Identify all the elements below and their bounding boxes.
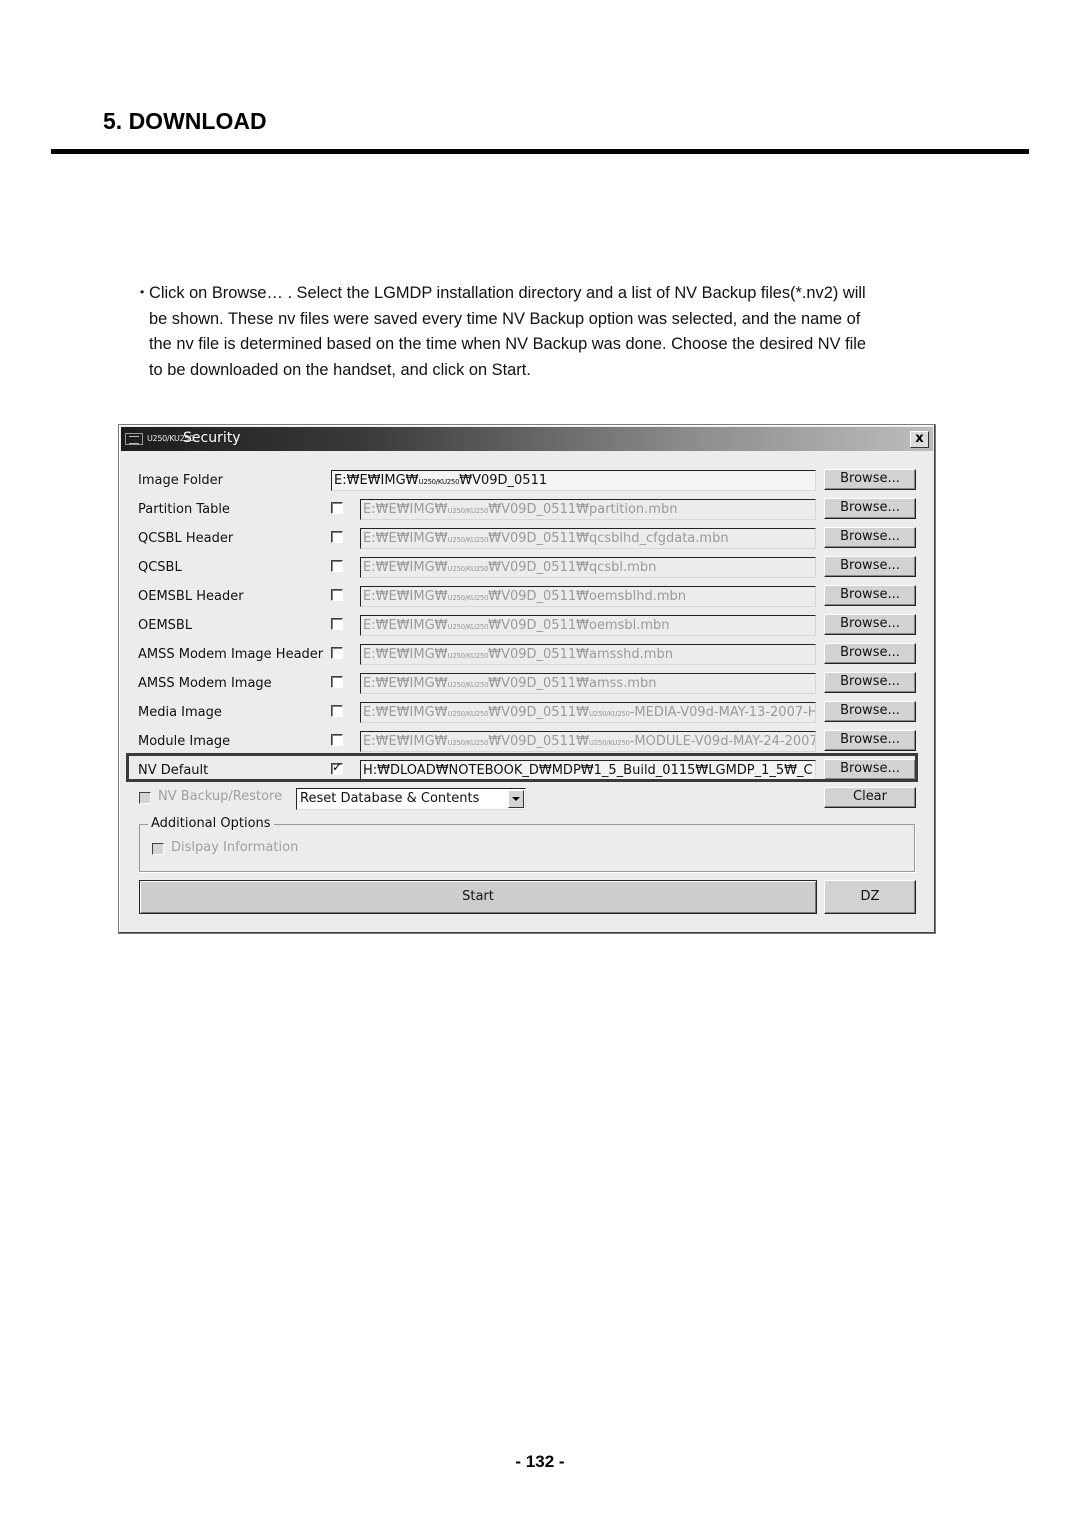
file-row: OEMSBL Header E:₩E₩IMG₩U250/KU250₩V09D_05… — [119, 584, 935, 613]
browse-button[interactable]: Browse... — [824, 730, 916, 751]
file-path-input[interactable]: E:₩E₩IMG₩U250/KU250₩V09D_0511₩oemsbl.mbn — [360, 615, 816, 636]
browse-button[interactable]: Browse... — [824, 643, 916, 664]
file-row: Partition Table E:₩E₩IMG₩U250/KU250₩V09D_… — [119, 497, 935, 526]
dz-button[interactable]: DZ — [824, 880, 916, 914]
clear-button[interactable]: Clear — [824, 787, 916, 808]
file-row: QCSBL Header E:₩E₩IMG₩U250/KU250₩V09D_051… — [119, 526, 935, 555]
file-row-checkbox[interactable] — [331, 647, 343, 659]
file-row-label: QCSBL — [138, 560, 182, 575]
file-row: AMSS Modem Image Header E:₩E₩IMG₩U250/KU2… — [119, 642, 935, 671]
file-row: OEMSBL E:₩E₩IMG₩U250/KU250₩V09D_0511₩oems… — [119, 613, 935, 642]
file-row-label: AMSS Modem Image — [138, 676, 272, 691]
nv-default-checkbox[interactable] — [331, 760, 343, 775]
file-path-input[interactable]: E:₩E₩IMG₩U250/KU250₩V09D_0511₩U250/KU250… — [360, 702, 816, 723]
file-row-label: OEMSBL — [138, 618, 193, 633]
nv-backup-label: NV Backup/Restore — [158, 789, 283, 804]
title-rule — [51, 149, 1029, 154]
browse-button[interactable]: Browse... — [824, 672, 916, 693]
nv-default-path-input[interactable]: H:₩DLOAD₩NOTEBOOK_D₩MDP₩1_5_Build_0115₩L… — [360, 760, 816, 781]
file-row-label: AMSS Modem Image Header — [138, 647, 324, 662]
image-folder-label: Image Folder — [138, 473, 224, 488]
file-path-input[interactable]: E:₩E₩IMG₩U250/KU250₩V09D_0511₩oemsblhd.m… — [360, 586, 816, 607]
file-row-checkbox[interactable] — [331, 502, 343, 514]
nv-backup-checkbox[interactable] — [139, 792, 151, 804]
image-folder-input[interactable]: E:₩E₩IMG₩U250/KU250₩V09D_0511 — [331, 470, 816, 491]
file-row-checkbox[interactable] — [331, 531, 343, 543]
file-path-input[interactable]: E:₩E₩IMG₩U250/KU250₩V09D_0511₩amsshd.mbn — [360, 644, 816, 665]
file-path-input[interactable]: E:₩E₩IMG₩U250/KU250₩V09D_0511₩amss.mbn — [360, 673, 816, 694]
start-button[interactable]: Start — [139, 880, 817, 914]
file-row: QCSBL E:₩E₩IMG₩U250/KU250₩V09D_0511₩qcsbl… — [119, 555, 935, 584]
browse-button[interactable]: Browse... — [824, 614, 916, 635]
browse-button[interactable]: Browse... — [824, 585, 916, 606]
browse-button[interactable]: Browse... — [824, 556, 916, 577]
file-row: AMSS Modem Image E:₩E₩IMG₩U250/KU250₩V09D… — [119, 671, 935, 700]
file-row-checkbox[interactable] — [331, 589, 343, 601]
file-row-label: Partition Table — [138, 502, 230, 517]
additional-options-legend: Additional Options — [148, 816, 274, 831]
browse-button[interactable]: Browse... — [824, 527, 916, 548]
nv-default-browse-button[interactable]: Browse... — [824, 759, 916, 780]
file-row-label: Media Image — [138, 705, 222, 720]
instruction-paragraph: • Click on Browse… . Select the LGMDP ins… — [140, 280, 960, 383]
close-icon: x — [915, 431, 924, 446]
security-dialog: U250/KU250 Security x Image Folder E:₩E₩… — [118, 424, 936, 934]
display-info-checkbox[interactable] — [152, 843, 164, 855]
file-row: Module Image E:₩E₩IMG₩U250/KU250₩V09D_051… — [119, 729, 935, 758]
file-row-label: QCSBL Header — [138, 531, 234, 546]
instruction-line: the nv file is determined based on the t… — [149, 335, 867, 353]
browse-button[interactable]: Browse... — [824, 498, 916, 519]
display-info-label: Dislpay Information — [171, 840, 299, 855]
file-path-input[interactable]: E:₩E₩IMG₩U250/KU250₩V09D_0511₩qcsblhd_cf… — [360, 528, 816, 549]
nv-default-label: NV Default — [138, 763, 209, 778]
file-path-input[interactable]: E:₩E₩IMG₩U250/KU250₩V09D_0511₩U250/KU250… — [360, 731, 816, 752]
file-row: Media Image E:₩E₩IMG₩U250/KU250₩V09D_0511… — [119, 700, 935, 729]
app-icon — [125, 433, 143, 445]
file-row-label: Module Image — [138, 734, 231, 749]
file-row-checkbox[interactable] — [331, 705, 343, 717]
instruction-line: be shown. These nv files were saved ever… — [149, 309, 861, 328]
image-folder-browse-button[interactable]: Browse... — [824, 469, 916, 490]
section-title: 5. DOWNLOAD — [103, 108, 267, 134]
file-row-label: OEMSBL Header — [138, 589, 244, 604]
instruction-line: to be downloaded on the handset, and cli… — [149, 360, 531, 379]
nv-option-value: Reset Database & Contents — [300, 791, 480, 806]
dropdown-arrow-icon[interactable] — [508, 790, 524, 808]
file-path-input[interactable]: E:₩E₩IMG₩U250/KU250₩V09D_0511₩partition.… — [360, 499, 816, 520]
file-row-checkbox[interactable] — [331, 618, 343, 630]
additional-options-group: Additional Options Dislpay Information — [139, 816, 915, 872]
browse-button[interactable]: Browse... — [824, 701, 916, 722]
instruction-line: • Click on Browse… . Select the LGMDP ins… — [140, 280, 960, 307]
file-path-input[interactable]: E:₩E₩IMG₩U250/KU250₩V09D_0511₩qcsbl.mbn — [360, 557, 816, 578]
file-row-checkbox[interactable] — [331, 676, 343, 688]
close-button[interactable]: x — [910, 431, 929, 448]
page-number: - 132 - — [515, 1452, 565, 1471]
window-title: Security — [183, 430, 241, 446]
bullet: • — [140, 285, 145, 299]
nv-default-row: NV Default H:₩DLOAD₩NOTEBOOK_D₩MDP₩1_5_B… — [119, 758, 935, 787]
file-row-checkbox[interactable] — [331, 560, 343, 572]
nv-option-select[interactable]: Reset Database & Contents — [296, 788, 526, 810]
file-row-checkbox[interactable] — [331, 734, 343, 746]
title-bar[interactable]: U250/KU250 Security x — [121, 427, 933, 451]
image-folder-row: Image Folder E:₩E₩IMG₩U250/KU250₩V09D_05… — [119, 468, 935, 497]
